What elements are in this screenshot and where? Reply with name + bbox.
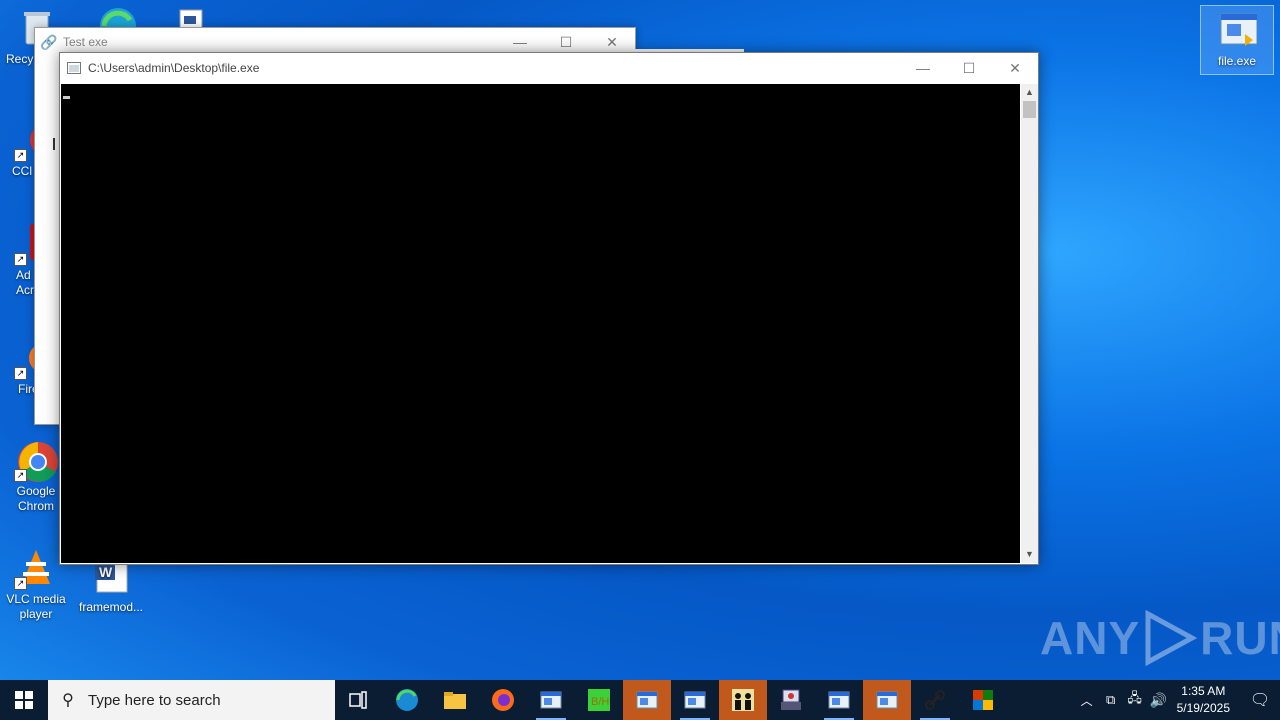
clock-date: 5/19/2025 [1176,701,1230,715]
vertical-scrollbar[interactable]: ▲ ▼ [1021,84,1038,563]
tray-app-icon[interactable]: ⧉ [1099,692,1123,708]
office-icon [973,690,993,710]
window-title: Test exe [63,35,108,49]
chrome-icon: ↗ [14,440,58,482]
taskbar-office-app[interactable] [959,680,1007,720]
taskbar-firefox[interactable] [479,680,527,720]
maximize-button[interactable]: ☐ [946,54,992,82]
desktop-icon-label: framemod... [78,600,144,614]
svg-text:W: W [99,564,113,580]
taskbar-app-window[interactable] [527,680,575,720]
shortcut-arrow-icon: ↗ [14,149,27,162]
green-app-icon: B/H [588,689,610,711]
people-icon [732,689,754,711]
system-tray: ︿ ⧉ 🖧 🔊 1:35 AM 5/19/2025 🗨 [1075,680,1280,720]
desktop-icon-label: VLC media player [6,592,66,621]
exe-file-icon [1217,10,1258,50]
vlc-icon: ↗ [14,548,56,590]
clock[interactable]: 1:35 AM 5/19/2025 [1177,683,1230,717]
app-window-icon [828,691,850,709]
scroll-up-icon[interactable]: ▲ [1021,84,1038,101]
minimize-button[interactable]: — [900,54,946,82]
link-icon [925,690,945,710]
search-placeholder: Type here to search [88,691,221,709]
taskbar-search-box[interactable]: ⚲ Type here to search [48,680,335,720]
edge-icon [396,689,418,711]
windows-logo-icon [15,691,33,709]
taskbar: ⚲ Type here to search B/H ︿ ⧉ 🖧 🔊 1:35 A… [0,680,1280,720]
taskbar-people-app[interactable] [719,680,767,720]
app-window-icon [876,691,898,709]
shortcut-arrow-icon: ↗ [14,469,27,482]
clock-time: 1:35 AM [1181,684,1226,698]
task-view-button[interactable] [335,680,383,720]
app-window-icon [684,691,706,709]
scroll-down-icon[interactable]: ▼ [1021,546,1038,563]
shortcut-arrow-icon: ↗ [14,253,27,266]
taskbar-app-window-2[interactable] [671,680,719,720]
window-titlebar[interactable]: C:\Users\admin\Desktop\file.exe — ☐ ✕ [60,53,1038,83]
svg-text:B/H: B/H [591,696,609,708]
console-icon [60,62,88,74]
start-button[interactable] [0,680,48,720]
shortcut-arrow-icon: ↗ [14,367,27,380]
scroll-thumb[interactable] [1023,101,1036,118]
taskbar-edge[interactable] [383,680,431,720]
anyrun-watermark: ANY RUN [1040,610,1280,666]
notification-icon[interactable]: 🗨 [1240,690,1280,710]
shortcut-arrow-icon: ↗ [14,577,27,590]
watermark-text-left: ANY [1040,612,1141,664]
console-output[interactable] [61,84,1020,563]
taskbar-console-active[interactable] [863,680,911,720]
app-window-icon [636,691,658,709]
console-window[interactable]: C:\Users\admin\Desktop\file.exe — ☐ ✕ ▲ … [59,52,1039,565]
firefox-icon [492,689,514,711]
taskbar-link-app[interactable] [911,680,959,720]
folder-icon [444,692,466,709]
desktop-icon-label: file.exe [1217,54,1257,68]
taskbar-app-window-3[interactable] [815,680,863,720]
app-window-icon [540,691,562,709]
close-button[interactable]: ✕ [992,54,1038,82]
network-icon[interactable]: 🖧 [1123,689,1147,711]
volume-icon[interactable]: 🔊 [1147,692,1171,709]
text-cursor [63,96,70,99]
chevron-up-icon[interactable]: ︿ [1075,692,1099,709]
task-view-icon [349,691,367,709]
installer-icon [781,689,801,710]
watermark-text-right: RUN [1200,612,1280,664]
search-icon: ⚲ [62,692,74,709]
taskbar-green-app[interactable]: B/H [575,680,623,720]
window-title: C:\Users\admin\Desktop\file.exe [88,61,260,75]
desktop-icon-file-exe[interactable]: file.exe [1200,5,1274,75]
link-icon: 🔗 [40,33,58,50]
play-logo-icon [1145,610,1198,666]
taskbar-app-active[interactable] [623,680,671,720]
window-content [53,138,55,150]
taskbar-installer-app[interactable] [767,680,815,720]
taskbar-file-explorer[interactable] [431,680,479,720]
